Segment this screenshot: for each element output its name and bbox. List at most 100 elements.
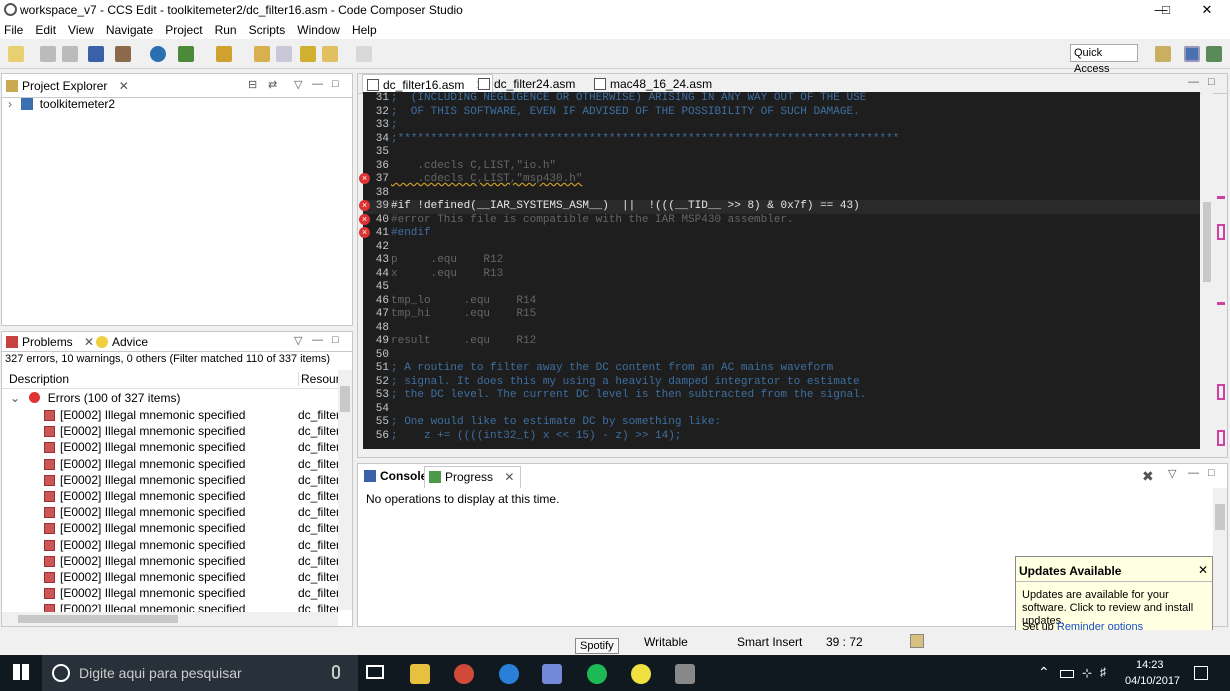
table-row[interactable]: [E0002] Illegal mnemonic specified dc_fil…: [2, 439, 352, 455]
code-line[interactable]: 52; signal. It does this my using a heav…: [363, 376, 1200, 390]
code-line[interactable]: 47 tmp_hi .equ R15: [363, 308, 1200, 322]
code-line[interactable]: 41 #endif: [363, 227, 1200, 241]
microphone-icon[interactable]: [332, 665, 340, 679]
scrollbar-thumb[interactable]: [1203, 202, 1211, 282]
collapse-all-icon[interactable]: ⊟: [248, 78, 257, 91]
code-line[interactable]: 49 result .equ R12: [363, 335, 1200, 349]
minimize-icon[interactable]: —: [1188, 467, 1199, 479]
taskbar-search-box[interactable]: Digite aqui para pesquisar: [42, 655, 358, 691]
scrollbar-thumb[interactable]: [18, 615, 178, 623]
code-line[interactable]: 37 .cdecls C,LIST,"msp430.h": [363, 173, 1200, 187]
menu-item[interactable]: Window: [297, 23, 340, 37]
error-marker-icon[interactable]: ×: [359, 173, 370, 184]
column-description[interactable]: Description: [9, 372, 69, 386]
menu-item[interactable]: Run: [215, 23, 237, 37]
chevron-up-icon[interactable]: ⌃: [1038, 664, 1050, 681]
code-line[interactable]: 48: [363, 322, 1200, 336]
clock-date[interactable]: 04/10/2017: [1125, 675, 1180, 687]
error-marker-icon[interactable]: ×: [359, 200, 370, 211]
tab-advice[interactable]: Advice: [92, 332, 154, 354]
code-line[interactable]: 35: [363, 146, 1200, 160]
code-editor[interactable]: 31; (INCLUDING NEGLIGENCE OR OTHERWISE) …: [363, 92, 1200, 449]
tab-progress[interactable]: Progress ✕: [424, 466, 522, 488]
table-row[interactable]: [E0002] Illegal mnemonic specified dc_fil…: [2, 488, 352, 504]
error-marker[interactable]: [1217, 430, 1225, 446]
terminal-icon[interactable]: [88, 46, 104, 62]
menu-item[interactable]: Help: [352, 23, 377, 37]
close-icon[interactable]: ✕: [504, 470, 514, 484]
menu-item[interactable]: Navigate: [106, 23, 153, 37]
code-line[interactable]: 54: [363, 403, 1200, 417]
table-row[interactable]: [E0002] Illegal mnemonic specified dc_fil…: [2, 472, 352, 488]
code-line[interactable]: 46 tmp_lo .equ R14: [363, 295, 1200, 309]
back-icon[interactable]: [322, 46, 338, 62]
code-line[interactable]: 44 x .equ R13: [363, 268, 1200, 282]
vertical-scrollbar[interactable]: [1213, 488, 1227, 626]
spotify-icon[interactable]: [587, 664, 607, 684]
ccs-icon[interactable]: [675, 664, 695, 684]
error-marker[interactable]: [1217, 224, 1225, 240]
ccs-debug-perspective-icon[interactable]: [1206, 46, 1222, 62]
annotation-icon[interactable]: [254, 46, 270, 62]
build-icon[interactable]: [115, 46, 131, 62]
code-line[interactable]: 31; (INCLUDING NEGLIGENCE OR OTHERWISE) …: [363, 92, 1200, 106]
chevron-down-icon[interactable]: ⌄: [10, 391, 20, 405]
windows-start-icon[interactable]: [13, 664, 29, 680]
volume-icon[interactable]: ♯: [1100, 665, 1106, 679]
network-icon[interactable]: ⊹: [1082, 666, 1092, 680]
errors-group[interactable]: ⌄ Errors (100 of 327 items): [10, 390, 180, 406]
search-icon[interactable]: [150, 46, 166, 62]
tab-console[interactable]: Console: [360, 466, 433, 488]
new-icon[interactable]: [8, 46, 24, 62]
view-menu-icon[interactable]: ▽: [294, 78, 302, 91]
maximize-icon[interactable]: □: [332, 78, 339, 90]
view-menu-icon[interactable]: ▽: [294, 334, 302, 347]
code-line[interactable]: 43 p .equ R12: [363, 254, 1200, 268]
file-explorer-icon[interactable]: [410, 664, 430, 684]
discord-icon[interactable]: [542, 664, 562, 684]
code-line[interactable]: 45: [363, 281, 1200, 295]
code-line[interactable]: 50: [363, 349, 1200, 363]
table-row[interactable]: [E0002] Illegal mnemonic specified dc_fil…: [2, 456, 352, 472]
updates-notification[interactable]: Updates Available ✕ Updates are availabl…: [1015, 556, 1213, 638]
minimize-icon[interactable]: —: [1188, 76, 1199, 88]
chevron-right-icon[interactable]: ›: [8, 97, 12, 111]
table-row[interactable]: [E0002] Illegal mnemonic specified dc_fil…: [2, 553, 352, 569]
code-line[interactable]: 42: [363, 241, 1200, 255]
code-line[interactable]: 51; A routine to filter away the DC cont…: [363, 362, 1200, 376]
table-row[interactable]: [E0002] Illegal mnemonic specified dc_fil…: [2, 569, 352, 585]
clock-time[interactable]: 14:23: [1136, 659, 1164, 671]
flash-icon[interactable]: [216, 46, 232, 62]
table-row[interactable]: [E0002] Illegal mnemonic specified dc_fil…: [2, 537, 352, 553]
app-icon[interactable]: [631, 664, 651, 684]
table-row[interactable]: [E0002] Illegal mnemonic specified dc_fil…: [2, 407, 352, 423]
minimize-icon[interactable]: —: [312, 78, 323, 90]
code-line[interactable]: 34 ;*************************************…: [363, 133, 1200, 147]
menu-item[interactable]: File: [4, 23, 23, 37]
close-icon[interactable]: ✕: [119, 79, 129, 93]
error-marker[interactable]: [1217, 196, 1225, 199]
close-icon[interactable]: ✕: [1198, 563, 1208, 577]
error-marker[interactable]: [1217, 384, 1225, 400]
tab-problems[interactable]: Problems ✕: [2, 332, 100, 354]
scrollbar-thumb[interactable]: [1215, 504, 1225, 530]
code-line[interactable]: 53; the DC level. The current DC level i…: [363, 389, 1200, 403]
save-all-icon[interactable]: [62, 46, 78, 62]
code-line[interactable]: 40 #error This file is compatible with th…: [363, 214, 1200, 228]
link-editor-icon[interactable]: ⇄: [268, 78, 277, 91]
vertical-scrollbar[interactable]: [1201, 92, 1213, 449]
link-icon[interactable]: [300, 46, 316, 62]
notifications-icon[interactable]: [1194, 666, 1208, 680]
remove-all-icon[interactable]: ✖: [1142, 468, 1154, 485]
vertical-scrollbar[interactable]: [338, 370, 352, 610]
maximize-icon[interactable]: □: [1208, 467, 1215, 479]
chrome-icon[interactable]: [454, 664, 474, 684]
update-icon[interactable]: [910, 634, 924, 648]
error-marker[interactable]: [1217, 302, 1225, 305]
debug-icon[interactable]: [178, 46, 194, 62]
code-line[interactable]: 56; z += ((((int32_t) x << 15) - z) >> 1…: [363, 430, 1200, 444]
menu-item[interactable]: View: [68, 23, 94, 37]
code-line[interactable]: 39 #if !defined(__IAR_SYSTEMS_ASM__) || !…: [363, 200, 1200, 214]
file-icon[interactable]: [276, 46, 292, 62]
code-line[interactable]: 38: [363, 187, 1200, 201]
